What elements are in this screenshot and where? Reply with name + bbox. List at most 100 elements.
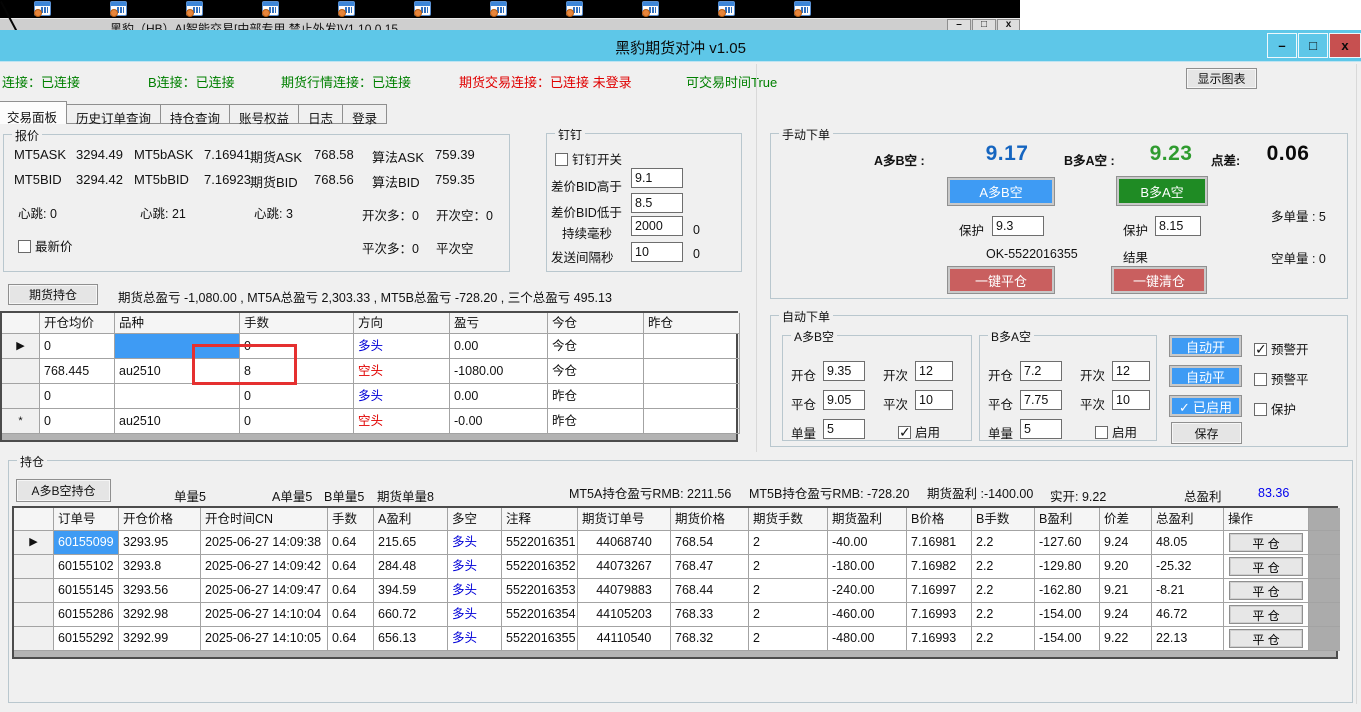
positions-cell: -154.00 (1035, 627, 1100, 651)
b-long-a-short-button[interactable]: B多A空 (1116, 176, 1208, 206)
latest-price-checkbox-box[interactable] (18, 240, 31, 253)
dingding-field-input-2[interactable] (631, 216, 683, 236)
screen: 黑豹（HB）AI智能交易[中部专用 禁止外发]V1.10.0.15 – □ x … (0, 0, 1361, 712)
auto-input-平次[interactable] (915, 390, 953, 410)
auto-option-checkbox-预警开-box[interactable] (1254, 343, 1267, 356)
enabled-status-button[interactable]: ✓已启用 (1169, 395, 1242, 417)
close-button[interactable]: x (1329, 33, 1361, 58)
auto-input-平次[interactable] (1112, 390, 1150, 410)
positions-cell: 多头 (448, 603, 502, 627)
close-position-button[interactable]: 平 仓 (1229, 557, 1303, 576)
chart-app-icon[interactable] (718, 1, 735, 16)
auto-group-A多B空: A多B空开仓开次平仓平次单量启用 (782, 335, 972, 441)
table-hscrollbar[interactable] (14, 651, 1336, 657)
chart-app-icon[interactable] (414, 1, 431, 16)
maximize-button[interactable]: □ (1298, 33, 1328, 58)
tab-日志[interactable]: 日志 (298, 104, 343, 124)
tab-账号权益[interactable]: 账号权益 (229, 104, 299, 124)
auto-option-checkbox-预警开[interactable]: 预警开 (1254, 339, 1309, 358)
show-chart-button[interactable]: 显示图表 (1186, 68, 1257, 89)
clear-all-button[interactable]: 一键清仓 (1111, 266, 1207, 294)
positions-cell: 48.05 (1152, 531, 1224, 555)
operation-cell: 平 仓 (1224, 579, 1309, 603)
chart-app-icon[interactable] (262, 1, 279, 16)
close-position-button[interactable]: 平 仓 (1229, 629, 1303, 648)
auto-enable-checkbox[interactable]: 启用 (898, 422, 940, 441)
positions-header-订单号: 订单号 (54, 508, 119, 531)
tab-登录[interactable]: 登录 (342, 104, 387, 124)
chart-app-icon[interactable] (338, 1, 355, 16)
close-position-button[interactable]: 平 仓 (1229, 605, 1303, 624)
positions-filter-button[interactable]: A多B空持仓 (16, 479, 111, 502)
chart-app-icon[interactable] (110, 1, 127, 16)
positions-table-row: 601552863292.982025-06-27 14:10:040.6466… (14, 603, 1336, 627)
positions-header-多空: 多空 (448, 508, 502, 531)
dingding-field-suffix-2: 0 (693, 223, 700, 237)
positions-header-期货订单号: 期货订单号 (578, 508, 671, 531)
protect-b-input[interactable] (1155, 216, 1201, 236)
window-title: 黑豹期货对冲 v1.05 (0, 37, 1361, 58)
positions-cell: 2025-06-27 14:09:47 (201, 579, 328, 603)
auto-input-平仓[interactable] (823, 390, 865, 410)
auto-enable-checkbox[interactable]: 启用 (1095, 422, 1137, 441)
tab-交易面板[interactable]: 交易面板 (0, 101, 67, 124)
dingding-field-input-0[interactable] (631, 168, 683, 188)
auto-open-button[interactable]: 自动开 (1169, 335, 1242, 357)
close-all-button[interactable]: 一键平仓 (947, 266, 1055, 294)
close-position-button[interactable]: 平 仓 (1229, 581, 1303, 600)
close-position-button[interactable]: 平 仓 (1229, 533, 1303, 552)
auto-input-开次[interactable] (1112, 361, 1150, 381)
auto-input-开仓[interactable] (1020, 361, 1062, 381)
minimize-button[interactable]: – (1267, 33, 1297, 58)
positions-cell: 7.16982 (907, 555, 972, 579)
auto-label-开仓: 开仓 (988, 365, 1013, 384)
open-counter-1: 开次空：0 (436, 205, 493, 224)
quote-label-MT5bBID: MT5bBID (134, 172, 189, 187)
chart-app-icon[interactable] (566, 1, 583, 16)
positions-pnl-label-2: 期货盈利 :-1400.00 (927, 483, 1033, 502)
dingding-switch-checkbox-box[interactable] (555, 153, 568, 166)
chart-app-icon[interactable] (186, 1, 203, 16)
futures-cell: 空头 (354, 359, 450, 384)
auto-label-开次: 开次 (883, 365, 908, 384)
positions-cell: -480.00 (828, 627, 907, 651)
auto-option-checkbox-保护[interactable]: 保护 (1254, 399, 1296, 418)
positions-qty-label-1: A单量5 (272, 486, 312, 505)
latest-price-checkbox[interactable]: 最新价 (18, 236, 73, 255)
futures-cell: 0 (40, 334, 115, 359)
positions-cell: 多头 (448, 531, 502, 555)
protect-a-input[interactable] (992, 216, 1044, 236)
tab-持仓查询[interactable]: 持仓查询 (160, 104, 230, 124)
chart-app-icon[interactable] (642, 1, 659, 16)
auto-input-开次[interactable] (915, 361, 953, 381)
auto-option-checkbox-预警平[interactable]: 预警平 (1254, 369, 1309, 388)
table-hscrollbar[interactable] (2, 434, 736, 440)
auto-close-button[interactable]: 自动平 (1169, 365, 1242, 387)
auto-input-平仓[interactable] (1020, 390, 1062, 410)
icon-titlebar (491, 2, 506, 6)
futures-cell: 今仓 (548, 359, 644, 384)
auto-enable-checkbox-box[interactable] (1095, 426, 1108, 439)
futures-position-button[interactable]: 期货持仓 (8, 284, 98, 305)
auto-qty-input[interactable] (1020, 419, 1062, 439)
icon-titlebar (415, 2, 430, 6)
tab-历史订单查询[interactable]: 历史订单查询 (66, 104, 161, 124)
auto-qty-input[interactable] (823, 419, 865, 439)
dingding-switch-checkbox[interactable]: 钉钉开关 (555, 149, 622, 168)
icon-titlebar (111, 2, 126, 6)
dingding-field-input-1[interactable] (631, 193, 683, 213)
auto-option-checkbox-保护-box[interactable] (1254, 403, 1267, 416)
chart-app-icon[interactable] (490, 1, 507, 16)
chart-app-icon[interactable] (794, 1, 811, 16)
auto-enable-checkbox-box[interactable] (898, 426, 911, 439)
auto-option-checkbox-预警平-box[interactable] (1254, 373, 1267, 386)
save-button[interactable]: 保存 (1171, 422, 1242, 444)
chart-app-icon[interactable] (34, 1, 51, 16)
quote-label-MT5BID: MT5BID (14, 172, 62, 187)
dingding-field-label-3: 发送间隔秒 (551, 247, 614, 266)
connection-status-3: 期货交易连接：已连接 未登录 (459, 72, 632, 91)
auto-input-开仓[interactable] (823, 361, 865, 381)
quote-label-期货ASK: 期货ASK (250, 147, 302, 166)
dingding-field-input-3[interactable] (631, 242, 683, 262)
a-long-b-short-button[interactable]: A多B空 (947, 177, 1055, 206)
